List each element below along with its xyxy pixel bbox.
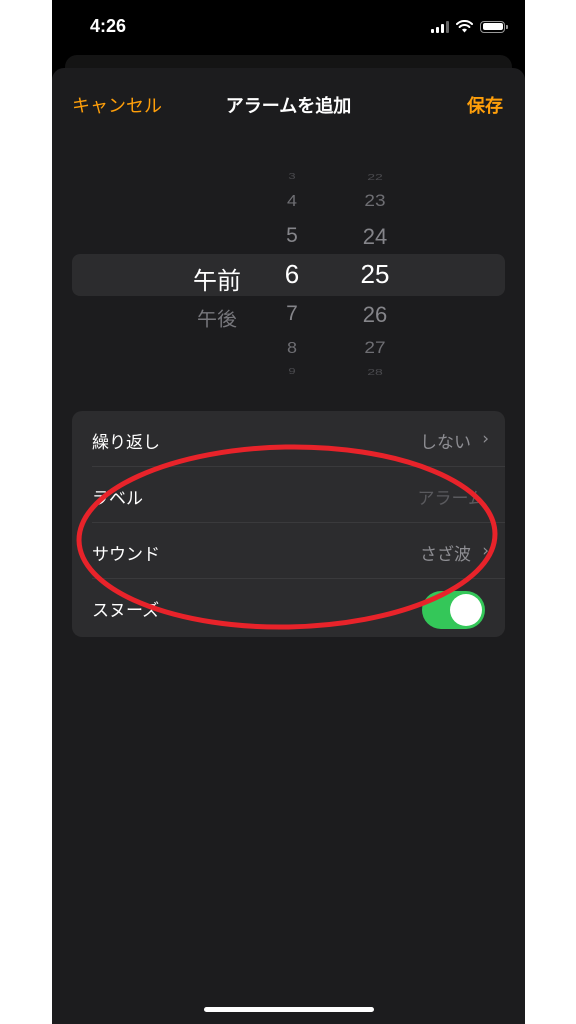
snooze-label: スヌーズ <box>92 601 160 621</box>
minute-option[interactable]: 22 <box>350 172 400 182</box>
hour-option[interactable]: 5 <box>272 224 312 248</box>
sound-row[interactable]: サウンド さざ波 › <box>72 523 505 579</box>
chevron-right-icon: › <box>482 541 489 561</box>
hour-option[interactable]: 8 <box>272 340 312 358</box>
ampm-option[interactable]: 午後 <box>182 304 252 332</box>
status-bar: 4:26 <box>52 0 525 58</box>
hour-option[interactable]: 9 <box>272 367 312 376</box>
repeat-value: しない <box>420 433 471 453</box>
label-input[interactable]: アラーム <box>418 484 486 509</box>
minute-option[interactable]: 27 <box>350 340 400 359</box>
minute-option[interactable]: 26 <box>350 302 400 328</box>
status-time: 4:26 <box>90 16 127 36</box>
snooze-row: スヌーズ <box>72 579 505 635</box>
snooze-toggle[interactable] <box>422 591 485 629</box>
repeat-label: 繰り返し <box>92 433 160 453</box>
sound-label: サウンド <box>92 545 160 565</box>
wifi-icon <box>456 20 473 33</box>
cellular-signal-icon <box>431 20 449 33</box>
repeat-row[interactable]: 繰り返し しない › <box>72 411 505 467</box>
minute-option[interactable]: 24 <box>350 224 400 250</box>
minute-option[interactable]: 23 <box>350 193 400 212</box>
battery-icon <box>480 20 508 33</box>
phone-screen: 4:26 キャンセル アラームを追加 保存 午前 午後 3 4 5 6 7 8 … <box>52 0 525 1024</box>
home-indicator[interactable] <box>204 1007 374 1012</box>
hour-option[interactable]: 3 <box>272 172 312 181</box>
hour-option[interactable]: 7 <box>272 302 312 326</box>
label-row[interactable]: ラベル アラーム <box>72 467 505 523</box>
hour-option[interactable]: 4 <box>272 193 312 211</box>
status-icons <box>431 20 508 33</box>
label-label: ラベル <box>92 489 143 509</box>
minute-selected[interactable]: 25 <box>350 259 400 290</box>
save-button[interactable]: 保存 <box>467 92 503 118</box>
ampm-selected[interactable]: 午前 <box>182 261 252 296</box>
minute-option[interactable]: 28 <box>350 367 400 377</box>
alarm-settings-group: 繰り返し しない › ラベル アラーム サウンド さざ波 › スヌーズ <box>72 411 505 637</box>
sound-value: さざ波 <box>420 545 471 565</box>
chevron-right-icon: › <box>482 429 489 449</box>
toggle-knob <box>450 594 482 626</box>
hour-selected[interactable]: 6 <box>272 259 312 290</box>
sheet-title: アラームを追加 <box>225 96 352 117</box>
